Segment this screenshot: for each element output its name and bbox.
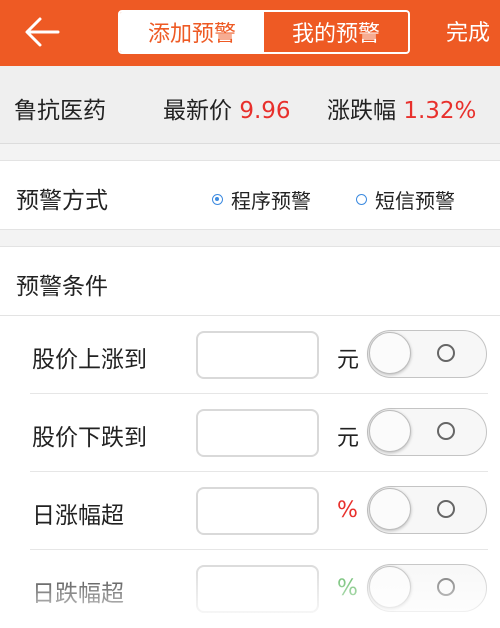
conditions-title: 预警条件 (16, 274, 108, 300)
daily-rise-input[interactable] (196, 487, 319, 535)
latest-price-label: 最新价 (163, 98, 232, 124)
conditions-header: 预警条件 (0, 246, 500, 316)
price-change-label: 涨跌幅 (327, 98, 396, 124)
section-gap (0, 144, 500, 160)
daily-fall-toggle[interactable] (367, 564, 487, 612)
price-change: 涨跌幅 1.32% (327, 91, 476, 125)
section-gap (0, 230, 500, 246)
radio-sms-alert[interactable]: 短信预警 (356, 185, 455, 214)
condition-label: 股价下跌到 (32, 425, 147, 451)
condition-label: 日涨幅超 (32, 503, 124, 529)
price-down-input[interactable] (196, 409, 319, 457)
latest-price: 最新价 9.96 (163, 91, 291, 125)
back-arrow-icon[interactable] (22, 14, 62, 50)
toggle-knob-icon (369, 332, 411, 374)
toggle-knob-icon (369, 488, 411, 530)
radio-selected-icon (212, 194, 223, 205)
toggle-off-ring-icon (437, 344, 455, 362)
price-change-value: 1.32% (403, 98, 477, 124)
alert-mode-row: 预警方式 程序预警 短信预警 (0, 160, 500, 230)
price-down-toggle[interactable] (367, 408, 487, 456)
radio-unselected-icon (356, 194, 367, 205)
alert-mode-label: 预警方式 (16, 188, 108, 214)
condition-row-price-up: 股价上涨到 元 (0, 316, 500, 394)
toggle-off-ring-icon (437, 422, 455, 440)
condition-row-daily-fall: 日跌幅超 % (0, 550, 500, 628)
top-bar: 添加预警 我的预警 完成 (0, 0, 500, 66)
condition-unit: 元 (337, 348, 360, 373)
price-up-toggle[interactable] (367, 330, 487, 378)
condition-unit: % (337, 576, 358, 601)
alert-tab-switch: 添加预警 我的预警 (118, 10, 410, 54)
radio-sms-alert-label: 短信预警 (375, 189, 455, 213)
tab-add-alert[interactable]: 添加预警 (120, 12, 264, 52)
condition-unit: 元 (337, 426, 360, 451)
price-up-input[interactable] (196, 331, 319, 379)
done-button[interactable]: 完成 (446, 15, 490, 47)
toggle-off-ring-icon (437, 578, 455, 596)
daily-fall-input[interactable] (196, 565, 319, 613)
stock-name: 鲁抗医药 (14, 98, 106, 124)
condition-row-price-down: 股价下跌到 元 (0, 394, 500, 472)
daily-rise-toggle[interactable] (367, 486, 487, 534)
condition-row-daily-rise: 日涨幅超 % (0, 472, 500, 550)
latest-price-value: 9.96 (239, 98, 291, 124)
tab-my-alerts[interactable]: 我的预警 (264, 12, 408, 52)
condition-unit: % (337, 498, 358, 523)
stock-info-bar: 鲁抗医药 最新价 9.96 涨跌幅 1.32% (0, 66, 500, 144)
condition-label: 日跌幅超 (32, 581, 124, 607)
radio-program-alert[interactable]: 程序预警 (212, 185, 311, 214)
condition-label: 股价上涨到 (32, 347, 147, 373)
toggle-knob-icon (369, 410, 411, 452)
toggle-knob-icon (369, 566, 411, 608)
toggle-off-ring-icon (437, 500, 455, 518)
radio-program-alert-label: 程序预警 (231, 189, 311, 213)
